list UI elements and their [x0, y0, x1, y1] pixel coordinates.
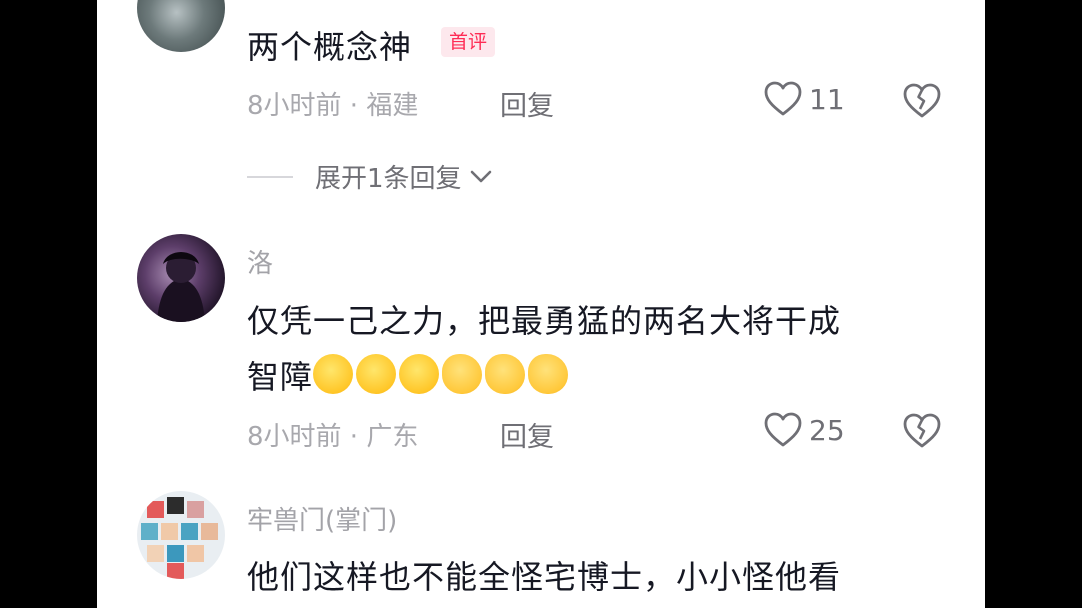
comment-text: 仅凭一己之力，把最勇猛的两名大将干成: [247, 302, 842, 340]
comment-meta: 8小时前 · 广东: [247, 416, 418, 453]
comment-username[interactable]: 牢兽门(掌门): [247, 500, 397, 537]
avatar-tile: [141, 523, 158, 540]
laugh-cry-emoji-icon: [356, 354, 397, 394]
divider: [247, 175, 293, 178]
comment-text-line-2: 智障: [247, 352, 571, 398]
comment-time: 8小时前: [247, 91, 342, 121]
like-count: 25: [809, 413, 845, 447]
avatar-tile: [167, 545, 184, 562]
heart-outline-icon: [764, 412, 802, 447]
expand-replies-label: 展开1条回复: [315, 164, 462, 194]
ok-hand-emoji-icon: [485, 354, 526, 394]
comment-meta: 8小时前 · 福建: [247, 85, 418, 122]
avatar-tile: [181, 523, 198, 540]
heart-outline-icon: [764, 81, 802, 116]
laugh-cry-emoji-icon: [399, 354, 440, 394]
comment-text: 两个概念神: [247, 28, 413, 66]
avatar-tile: [167, 563, 184, 579]
chevron-down-icon: [470, 170, 491, 182]
ok-hand-emoji-icon: [442, 354, 483, 394]
comment-location: 广东: [366, 422, 419, 452]
expand-replies-button[interactable]: 展开1条回复: [247, 158, 492, 195]
avatar-tile: [147, 501, 164, 518]
avatar[interactable]: [137, 0, 225, 52]
comment-text: 他们这样也不能全怪宅博士，小小怪他看: [247, 558, 842, 596]
meta-separator: ·: [341, 91, 367, 121]
like-button[interactable]: 11: [763, 80, 845, 118]
comment-text: 智障: [247, 358, 314, 396]
meta-separator: ·: [341, 422, 367, 452]
dislike-button[interactable]: [902, 412, 942, 454]
avatar-tile: [187, 545, 204, 562]
avatar-tile: [201, 523, 218, 540]
dislike-button[interactable]: [902, 82, 942, 124]
avatar-tile: [161, 523, 178, 540]
like-button[interactable]: 25: [763, 411, 845, 449]
comment-time: 8小时前: [247, 422, 342, 452]
reply-button[interactable]: 回复: [500, 84, 554, 123]
ok-hand-emoji-icon: [528, 354, 569, 394]
comment-panel: 两个概念神 首评 8小时前 · 福建 回复 11 展开1条回复 洛 仅凭一己之力…: [97, 0, 985, 608]
comment-location: 福建: [366, 91, 419, 121]
avatar-tile: [187, 501, 204, 518]
first-comment-badge: 首评: [441, 27, 496, 57]
avatar[interactable]: [137, 491, 225, 579]
avatar-figure: [157, 252, 205, 322]
broken-heart-icon: [903, 83, 941, 118]
like-count: 11: [809, 82, 845, 116]
comment-username[interactable]: 洛: [247, 243, 273, 280]
laugh-cry-emoji-icon: [313, 354, 354, 394]
broken-heart-icon: [903, 413, 941, 448]
avatar-tile: [147, 545, 164, 562]
avatar[interactable]: [137, 234, 225, 322]
avatar-tile: [167, 497, 184, 514]
reply-button[interactable]: 回复: [500, 415, 554, 454]
